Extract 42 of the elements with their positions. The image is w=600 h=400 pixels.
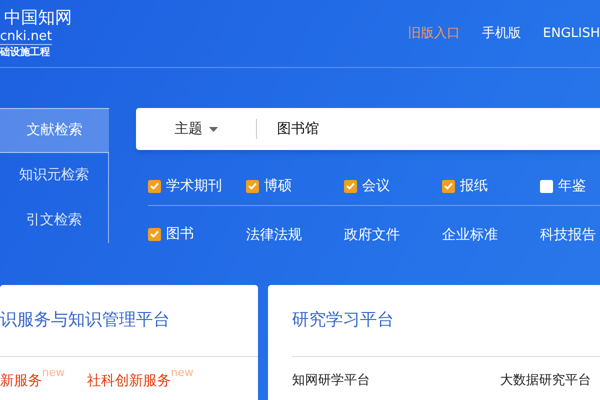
logo-title: 中国知网 <box>3 10 72 27</box>
resource-label[interactable]: 会议 <box>362 176 390 196</box>
resource-label[interactable]: 年鉴 <box>558 176 586 196</box>
nav-link[interactable]: 手机版 <box>482 24 521 44</box>
card-title: 研究学习平台 <box>292 308 394 332</box>
platform-link[interactable]: 大数据研究平台 <box>500 371 600 390</box>
search-tab[interactable]: 知识元检索 <box>0 153 109 198</box>
search-bar[interactable]: 主题 图书馆 <box>136 108 600 150</box>
resource-link[interactable]: 企业标准 <box>442 227 498 243</box>
check-icon <box>444 182 453 190</box>
resource-link[interactable]: 政府文件 <box>344 227 400 243</box>
search-tab[interactable]: 文献检索 <box>0 108 109 153</box>
logo-slogan: 础设施工程 <box>0 48 50 58</box>
checkbox[interactable] <box>344 180 357 192</box>
check-icon <box>150 230 159 238</box>
resource-link[interactable]: 法律法规 <box>246 227 302 243</box>
checkbox[interactable] <box>148 228 161 240</box>
card-title: 识服务与知识管理平台 <box>0 308 170 332</box>
search-input[interactable]: 图书馆 <box>277 118 319 140</box>
platform-link[interactable]: 知网研学平台 <box>292 371 500 390</box>
caret-icon <box>208 126 218 132</box>
new-label: new <box>170 367 194 378</box>
new-label: new <box>42 367 65 378</box>
logo-domain: cnki.net <box>0 30 52 45</box>
checkbox[interactable] <box>540 180 553 192</box>
checkbox[interactable] <box>246 180 259 192</box>
cnki-logo[interactable]: 中国知网 cnki.net 础设施工程 <box>0 0 72 58</box>
resource-label[interactable]: 报纸 <box>460 176 488 196</box>
resource-label[interactable]: 博硕 <box>264 176 292 196</box>
service-link[interactable]: 新服务 <box>0 371 42 392</box>
check-icon <box>150 182 159 190</box>
field-dropdown[interactable]: 主题 <box>136 118 256 140</box>
nav-link[interactable]: ENGLISH <box>542 24 600 44</box>
search-tab[interactable]: 引文检索 <box>0 198 109 243</box>
checkbox[interactable] <box>442 180 455 192</box>
resource-link[interactable]: 科技报告 <box>540 227 596 243</box>
check-icon <box>248 182 257 190</box>
service-link[interactable]: 社科创新服务 <box>86 371 171 392</box>
check-icon <box>346 182 355 190</box>
resource-label[interactable]: 学术期刊 <box>166 176 222 196</box>
resource-label[interactable]: 图书 <box>166 224 194 244</box>
checkbox[interactable] <box>148 180 161 192</box>
